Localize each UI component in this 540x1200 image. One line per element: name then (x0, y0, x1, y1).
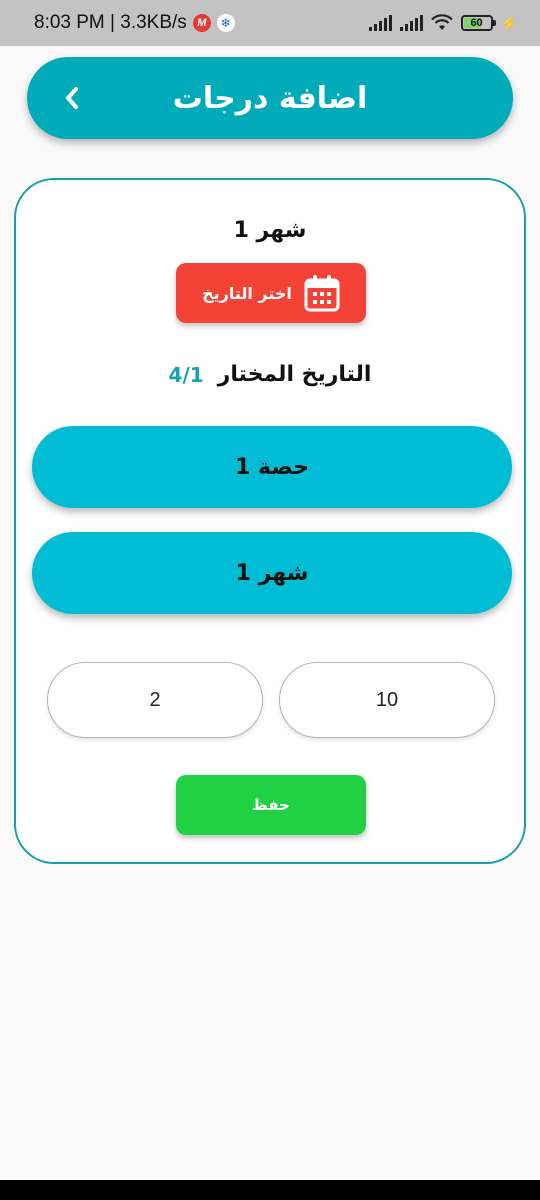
chevron-left-icon (66, 87, 78, 109)
status-right: 60 ⚡ (368, 14, 518, 32)
app-notification-icon: M (192, 14, 211, 32)
snowflake-icon: ❄ (216, 14, 235, 32)
app-header: اضافة درجات (27, 57, 513, 139)
selected-date-value: 4/1 (168, 362, 204, 387)
navigation-bar (0, 1180, 540, 1200)
grades-form-card: شهر 1 اختر التاريخ التاريخ المختار 4/1 ح… (14, 178, 526, 864)
selected-date-label: التاريخ المختار (217, 362, 372, 387)
status-bar: 8:03 PM | 3.3KB/s M ❄ 60 ⚡ (0, 0, 540, 46)
status-time-speed: 8:03 PM | 3.3KB/s (34, 12, 187, 33)
calendar-icon (304, 275, 340, 312)
month-selector[interactable]: شهر 1 (32, 532, 512, 614)
save-button[interactable]: حفظ (176, 775, 366, 835)
lesson-selector[interactable]: حصة 1 (32, 426, 512, 508)
selected-date-row: التاريخ المختار 4/1 (16, 362, 524, 387)
obtained-grade-input[interactable] (47, 662, 263, 738)
signal-icon-2 (399, 15, 423, 31)
status-left: 8:03 PM | 3.3KB/s M ❄ (34, 12, 235, 34)
choose-date-button[interactable]: اختر التاريخ (176, 263, 366, 323)
back-button[interactable] (47, 73, 97, 123)
month-title: شهر 1 (233, 218, 307, 243)
battery-icon: 60 (460, 15, 496, 31)
choose-date-label: اختر التاريخ (202, 283, 292, 303)
wifi-icon (430, 14, 453, 30)
max-grade-input[interactable] (279, 662, 495, 738)
signal-icon (368, 15, 392, 31)
page-title: اضافة درجات (172, 80, 368, 116)
battery-level: 60 (470, 17, 483, 29)
charging-icon: ⚡ (500, 14, 518, 31)
